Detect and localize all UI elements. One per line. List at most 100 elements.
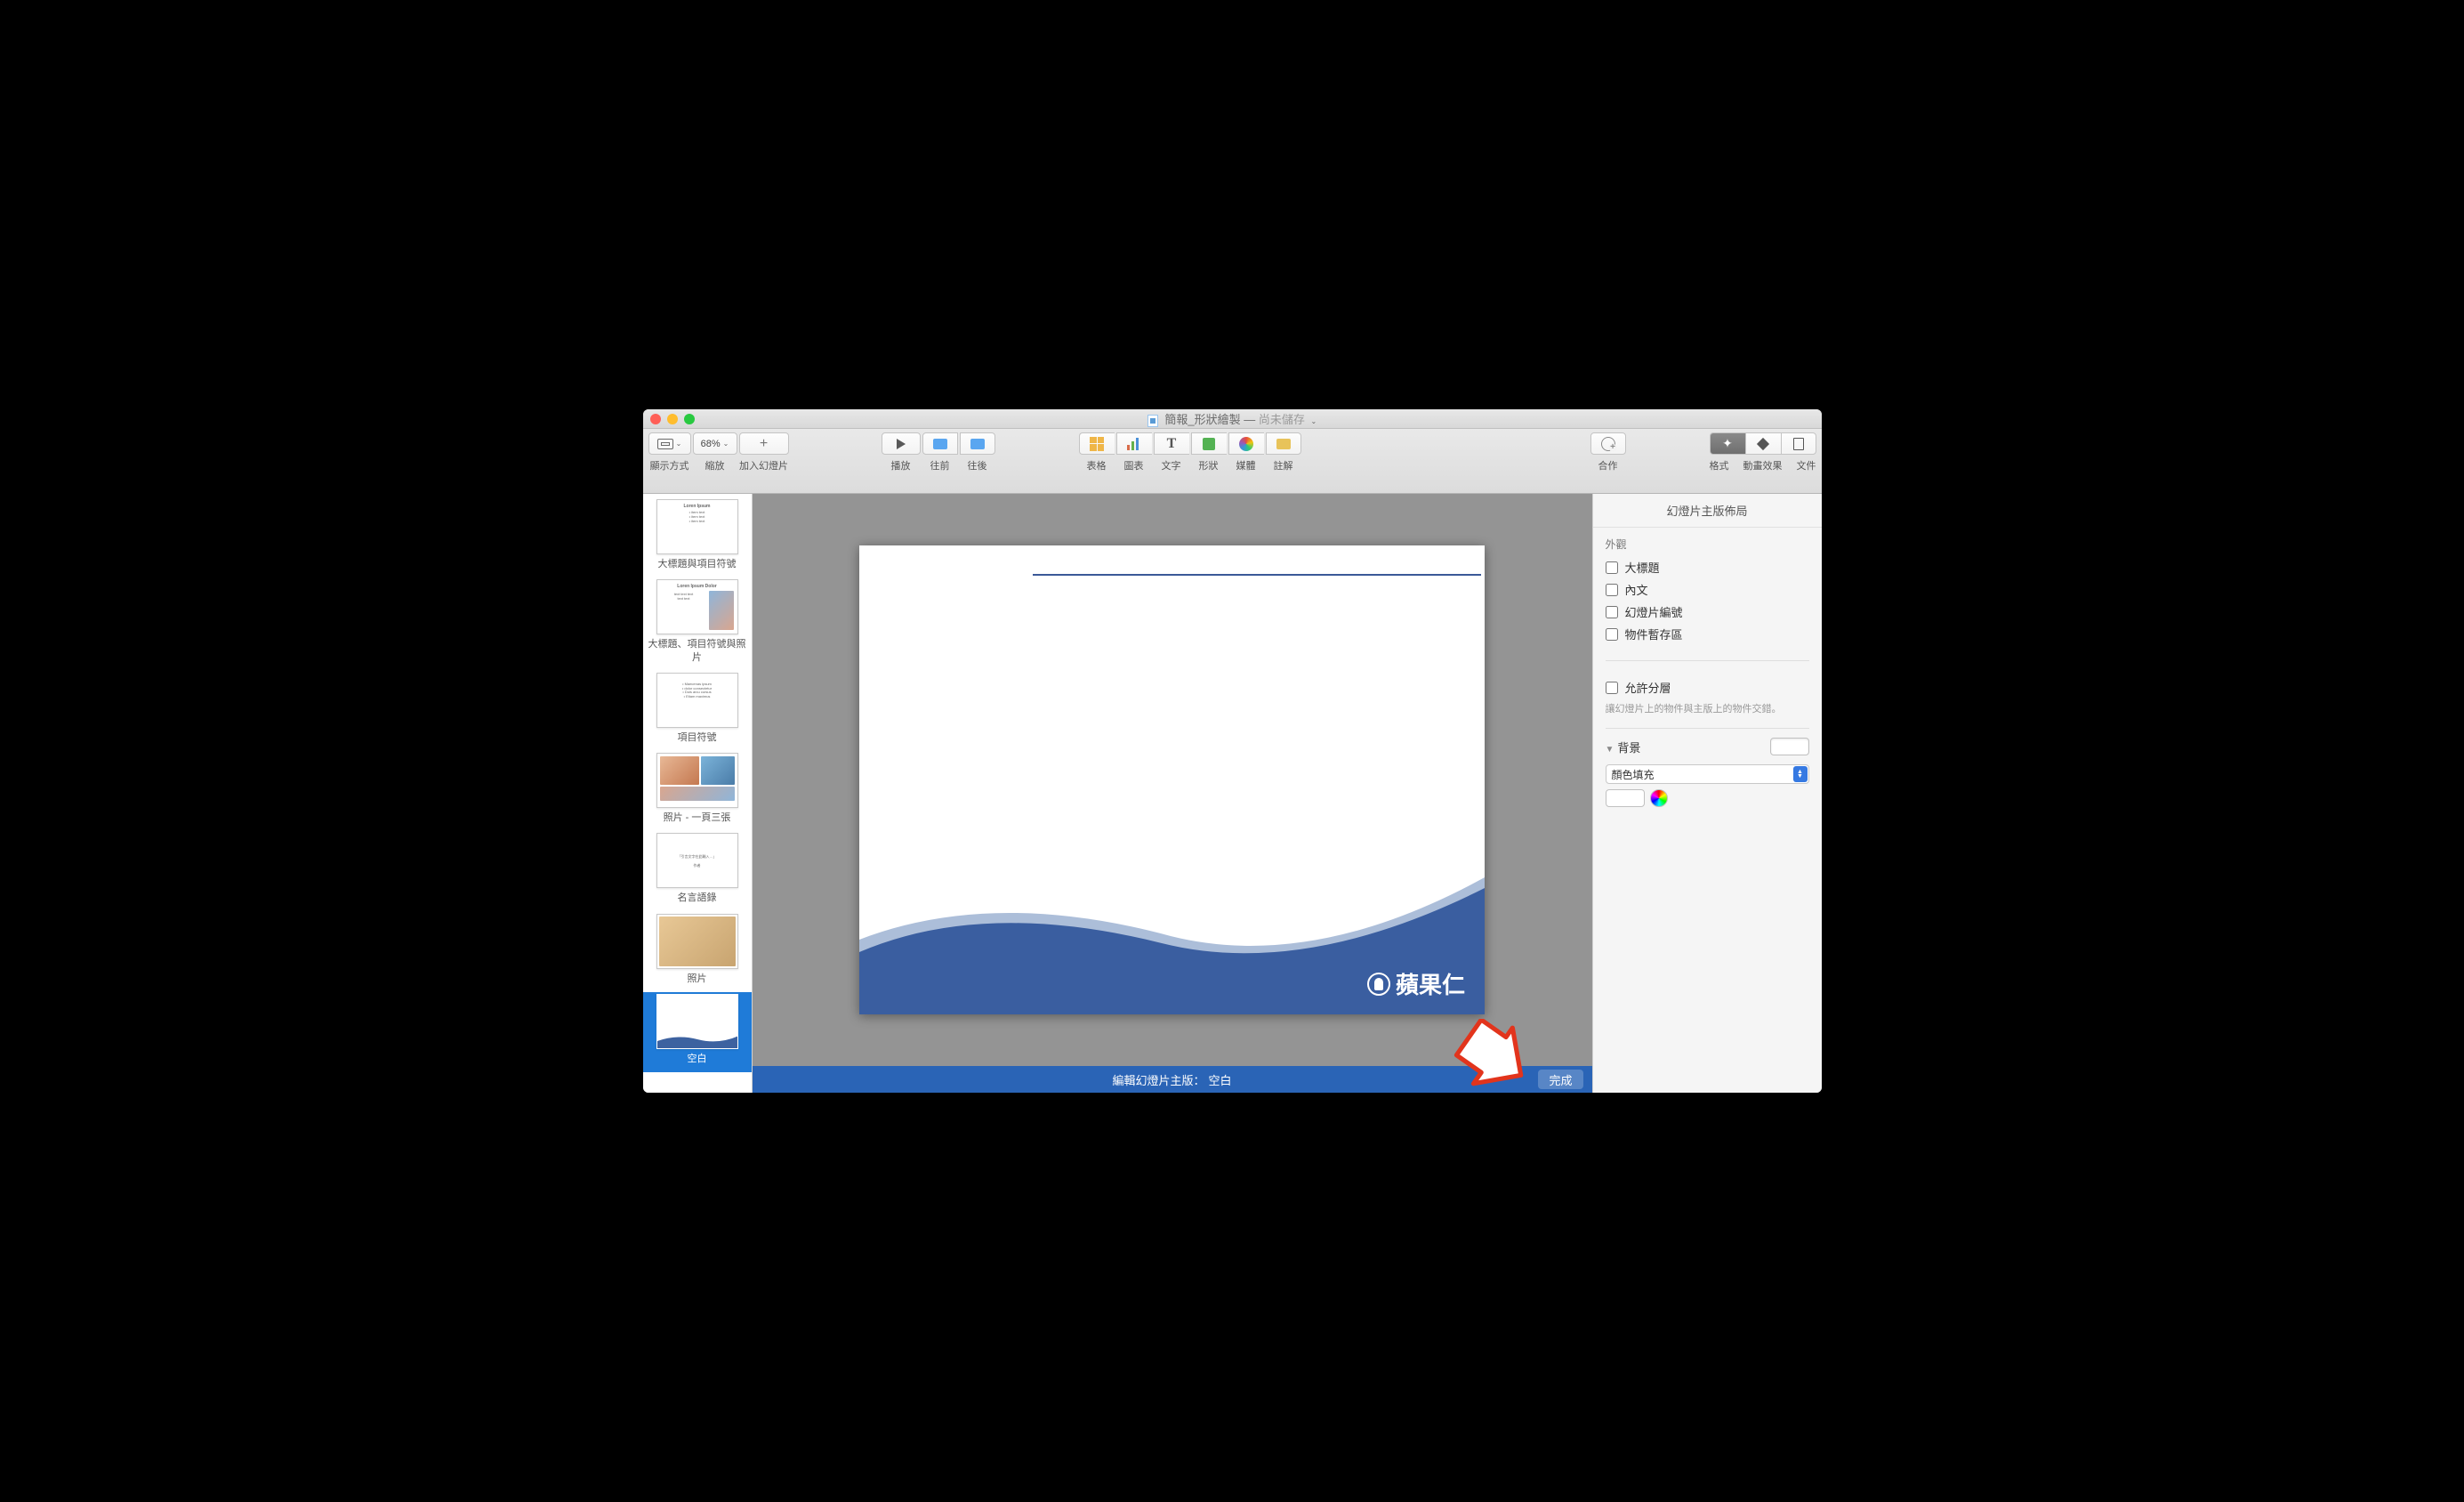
checkbox-allow-layering[interactable]: 允許分層: [1606, 679, 1809, 696]
collab-button[interactable]: [1590, 432, 1626, 455]
comment-icon: [1276, 439, 1291, 449]
play-icon: [897, 439, 906, 449]
thumb-label: 大標題、項目符號與照片: [648, 638, 746, 664]
media-button[interactable]: [1228, 432, 1264, 455]
collab-icon: [1601, 437, 1615, 451]
master-thumb[interactable]: • Maecenas ipsum• dolor consectetur• Dui…: [643, 671, 752, 751]
master-thumb[interactable]: 「引言文字在此輸入…」作者 名言語錄: [643, 831, 752, 911]
checkbox-input[interactable]: [1606, 561, 1618, 574]
zoom-value: 68%: [701, 439, 721, 449]
checkbox-placeholder[interactable]: 物件暫存區: [1606, 626, 1809, 642]
fill-label: 顏色填充: [1612, 767, 1655, 782]
comment-button[interactable]: [1266, 432, 1301, 455]
zoom-label: 縮放: [705, 458, 725, 472]
background-color-well[interactable]: [1770, 738, 1809, 755]
title-status: 尚未儲存: [1259, 413, 1305, 426]
play-label: 播放: [891, 458, 911, 472]
brush-icon: ✦: [1722, 436, 1733, 451]
master-thumb[interactable]: 照片: [643, 912, 752, 992]
thumb-label: 名言語錄: [648, 892, 746, 904]
checkbox-label: 大標題: [1625, 559, 1660, 576]
animate-tab[interactable]: [1745, 432, 1781, 455]
thumb-label: 空白: [648, 1053, 746, 1065]
fwd-label: 往後: [968, 458, 987, 472]
view-label: 顯示方式: [650, 458, 689, 472]
view-icon: [657, 439, 673, 449]
checkbox-label: 物件暫存區: [1625, 626, 1683, 642]
text-button[interactable]: T: [1154, 432, 1189, 455]
back-button[interactable]: [922, 432, 958, 455]
chart-icon: [1127, 438, 1141, 450]
play-button[interactable]: [882, 432, 921, 455]
color-wheel-icon[interactable]: [1650, 789, 1668, 807]
table-button[interactable]: [1079, 432, 1115, 455]
thumb-tiny-title: Loren Ipsum Dolor: [661, 584, 734, 589]
chevron-down-icon: ⌄: [723, 440, 729, 448]
app-window: 簡報_形狀繪製 — 尚未儲存 ⌄ ⌄ 顯示方式 68%⌄ 縮放 + 加入幻燈片 …: [643, 409, 1822, 1093]
canvas[interactable]: 蘋果仁: [753, 494, 1592, 1066]
title-text: 簡報_形狀繪製: [1164, 413, 1240, 426]
logo-text: 蘋果仁: [1396, 967, 1465, 1000]
collab-label: 合作: [1598, 458, 1618, 472]
disclosure-icon[interactable]: ▼: [1606, 745, 1614, 755]
chevron-down-icon[interactable]: ⌄: [1311, 417, 1317, 425]
apple-icon: [1367, 973, 1390, 996]
divider: [1606, 728, 1809, 729]
add-label: 加入幻燈片: [739, 458, 788, 472]
checkbox-label: 內文: [1625, 581, 1648, 598]
layer-note: 讓幻燈片上的物件與主版上的物件交錯。: [1606, 701, 1809, 715]
slide-master[interactable]: 蘋果仁: [859, 545, 1485, 1014]
document-icon: [1147, 415, 1158, 427]
chevron-down-icon: ⌄: [676, 440, 682, 448]
checkbox-slide-number[interactable]: 幻燈片編號: [1606, 603, 1809, 620]
divider: [1606, 660, 1809, 661]
media-label: 媒體: [1236, 458, 1256, 472]
media-icon: [1239, 437, 1253, 451]
chart-label: 圖表: [1124, 458, 1144, 472]
slide-fwd-icon: [970, 439, 985, 449]
add-slide-button[interactable]: +: [739, 432, 789, 455]
done-button[interactable]: 完成: [1538, 1070, 1582, 1089]
text-label: 文字: [1162, 458, 1181, 472]
thumb-label: 大標題與項目符號: [648, 558, 746, 570]
doc-icon: [1793, 438, 1804, 450]
checkbox-input[interactable]: [1606, 682, 1618, 694]
background-heading: 背景: [1617, 741, 1640, 755]
checkbox-title[interactable]: 大標題: [1606, 559, 1809, 576]
forward-button[interactable]: [960, 432, 995, 455]
master-thumb[interactable]: Loren Ipsum• item text• item text• item …: [643, 497, 752, 577]
master-sidebar[interactable]: Loren Ipsum• item text• item text• item …: [643, 494, 753, 1093]
checkbox-input[interactable]: [1606, 584, 1618, 596]
thumb-label: 照片 - 一頁三張: [648, 812, 746, 824]
canvas-area: 蘋果仁 編輯幻燈片主版： 空白 完成: [753, 494, 1592, 1093]
format-tab[interactable]: ✦: [1710, 432, 1745, 455]
fill-color-row: [1606, 789, 1809, 807]
animate-label: 動畫效果: [1743, 458, 1783, 472]
document-tab[interactable]: [1781, 432, 1816, 455]
inspector-title: 幻燈片主版佈局: [1593, 494, 1822, 528]
toolbar: ⌄ 顯示方式 68%⌄ 縮放 + 加入幻燈片 播放 往前 往後 表格 圖表 T文…: [643, 429, 1822, 494]
checkbox-label: 幻燈片編號: [1625, 603, 1683, 620]
zoom-button[interactable]: 68%⌄: [693, 432, 737, 455]
select-stepper-icon: ▲▼: [1793, 766, 1808, 782]
master-thumb-selected[interactable]: 空白: [643, 992, 752, 1072]
document-label: 文件: [1797, 458, 1816, 472]
master-thumb[interactable]: Loren Ipsum Dolortext text texttext text…: [643, 577, 752, 671]
slide-back-icon: [933, 439, 947, 449]
chart-button[interactable]: [1116, 432, 1152, 455]
shape-button[interactable]: [1191, 432, 1227, 455]
view-button[interactable]: ⌄: [648, 432, 691, 455]
body: Loren Ipsum• item text• item text• item …: [643, 494, 1822, 1093]
checkbox-body[interactable]: 內文: [1606, 581, 1809, 598]
master-thumb[interactable]: 照片 - 一頁三張: [643, 751, 752, 831]
fill-type-select[interactable]: 顏色填充 ▲▼: [1606, 764, 1809, 784]
fill-swatch[interactable]: [1606, 789, 1645, 807]
window-title: 簡報_形狀繪製 — 尚未儲存 ⌄: [643, 410, 1822, 427]
thumb-label: 項目符號: [648, 731, 746, 744]
checkbox-input[interactable]: [1606, 628, 1618, 641]
checkbox-input[interactable]: [1606, 606, 1618, 618]
shape-label: 形狀: [1199, 458, 1219, 472]
edit-master-name: 空白: [1209, 1071, 1232, 1088]
appearance-heading: 外觀: [1606, 537, 1809, 552]
background-row[interactable]: ▼背景: [1593, 732, 1822, 761]
